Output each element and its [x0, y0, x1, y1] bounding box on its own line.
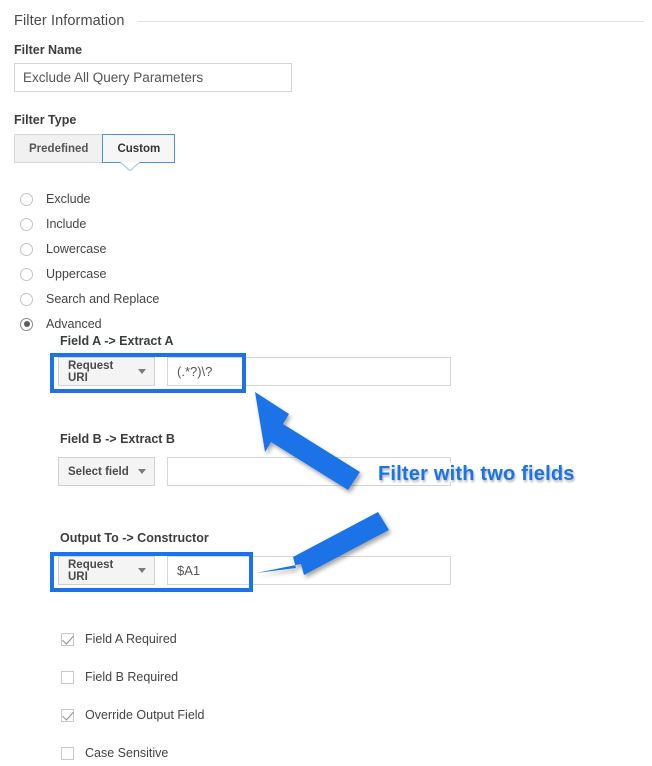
filter-information-form: { "section": { "title": "Filter Informat…: [0, 0, 652, 766]
radio-label: Exclude: [46, 192, 91, 206]
radio-indicator: [20, 242, 33, 256]
radio-label: Advanced: [46, 317, 102, 331]
page-title: Filter Information: [14, 13, 125, 29]
radio-label: Lowercase: [46, 242, 107, 256]
field-a-select[interactable]: Request URI: [58, 357, 155, 386]
output-to-row: Request URI: [58, 556, 451, 585]
tab-predefined[interactable]: Predefined: [14, 134, 103, 163]
radio-uppercase[interactable]: Uppercase: [20, 265, 106, 283]
annotation-label: Filter with two fields: [377, 462, 576, 487]
radio-exclude[interactable]: Exclude: [20, 190, 90, 208]
field-a-select-value: Request URI: [68, 359, 114, 384]
tab-custom[interactable]: Custom: [102, 134, 176, 163]
radio-include[interactable]: Include: [20, 215, 86, 233]
radio-lowercase[interactable]: Lowercase: [20, 240, 106, 258]
chevron-down-icon: [138, 369, 146, 374]
radio-label: Search and Replace: [46, 292, 160, 306]
radio-search-and-replace[interactable]: Search and Replace: [20, 290, 159, 308]
radio-label: Include: [46, 217, 87, 231]
field-a-label: Field A -> Extract A: [60, 334, 174, 348]
checkbox-label: Override Output Field: [85, 708, 205, 722]
filter-type-toggle-group: Predefined Custom: [14, 134, 176, 163]
filter-type-label: Filter Type: [14, 113, 77, 127]
chevron-down-icon: [138, 568, 146, 573]
radio-indicator: [20, 217, 33, 231]
radio-indicator: [20, 192, 33, 206]
radio-label: Uppercase: [46, 267, 107, 281]
radio-indicator-selected: [20, 317, 33, 331]
checkbox-label: Field B Required: [85, 670, 179, 684]
filter-name-label: Filter Name: [14, 43, 83, 57]
output-to-select[interactable]: Request URI: [58, 556, 155, 585]
field-a-row: Request URI: [58, 357, 451, 386]
radio-advanced[interactable]: Advanced: [20, 315, 102, 333]
output-to-label: Output To -> Constructor: [60, 531, 209, 545]
checkbox-indicator: [61, 670, 74, 684]
caret-down-icon: [121, 162, 139, 170]
radio-indicator: [20, 267, 33, 281]
output-to-select-value: Request URI: [68, 558, 114, 583]
checkbox-override-output-field[interactable]: Override Output Field: [61, 706, 205, 724]
section-header: Filter Information: [14, 10, 644, 32]
checkbox-field-a-required[interactable]: Field A Required: [61, 630, 177, 648]
output-to-constructor-input[interactable]: [167, 556, 451, 585]
field-a-extract-input[interactable]: [167, 357, 451, 386]
checkbox-field-b-required[interactable]: Field B Required: [61, 668, 178, 686]
field-b-label: Field B -> Extract B: [60, 432, 175, 446]
checkbox-indicator-checked: [61, 632, 74, 646]
checkbox-indicator-checked: [61, 708, 74, 722]
checkbox-label: Field A Required: [85, 632, 177, 646]
radio-indicator: [20, 292, 33, 306]
chevron-down-icon: [138, 469, 146, 474]
header-divider: [136, 20, 644, 22]
checkbox-case-sensitive[interactable]: Case Sensitive: [61, 744, 168, 762]
filter-name-input[interactable]: [14, 63, 292, 92]
checkbox-indicator: [61, 746, 74, 760]
field-b-select[interactable]: Select field: [58, 457, 155, 486]
checkbox-label: Case Sensitive: [85, 746, 169, 760]
field-b-select-value: Select field: [68, 465, 129, 478]
